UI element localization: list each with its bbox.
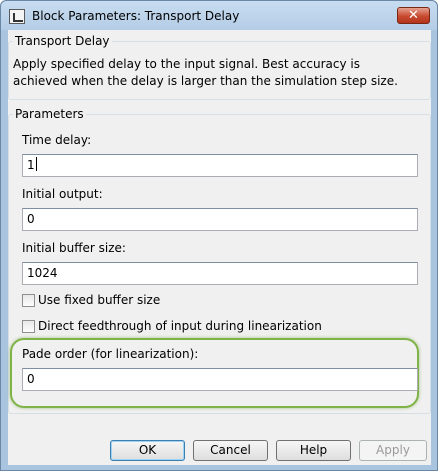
use-fixed-buffer-checkbox[interactable] <box>22 294 35 307</box>
apply-button[interactable]: Apply <box>359 440 427 461</box>
direct-feedthrough-checkbox[interactable] <box>22 320 35 333</box>
close-button[interactable]: ✕ <box>397 7 430 24</box>
initial-buffer-size-input[interactable]: 1024 <box>22 262 418 285</box>
time-delay-label: Time delay: <box>22 133 92 147</box>
window-title: Block Parameters: Transport Delay <box>32 9 240 23</box>
text-caret <box>35 157 37 171</box>
use-fixed-buffer-label[interactable]: Use fixed buffer size <box>38 293 160 307</box>
help-button[interactable]: Help <box>276 440 351 461</box>
initial-output-input[interactable]: 0 <box>22 208 418 231</box>
initial-buffer-size-label: Initial buffer size: <box>22 241 126 255</box>
title-bar[interactable]: Block Parameters: Transport Delay ✕ <box>1 1 437 30</box>
parameters-group-title: Parameters <box>13 107 86 121</box>
description-group-title: Transport Delay <box>13 34 112 48</box>
dialog-body: Transport Delay Apply specified delay to… <box>8 30 431 465</box>
pade-order-label: Pade order (for linearization): <box>22 347 199 361</box>
dialog-window: Block Parameters: Transport Delay ✕ Tran… <box>0 0 438 471</box>
block-description: Apply specified delay to the input signa… <box>13 57 398 88</box>
time-delay-input[interactable]: 1 <box>22 154 418 177</box>
direct-feedthrough-label[interactable]: Direct feedthrough of input during linea… <box>38 319 322 333</box>
ok-button[interactable]: OK <box>110 440 185 461</box>
close-icon: ✕ <box>408 8 419 23</box>
initial-output-label: Initial output: <box>22 187 103 201</box>
simulink-block-icon <box>9 9 25 24</box>
cancel-button[interactable]: Cancel <box>193 440 268 461</box>
pade-order-input[interactable]: 0 <box>22 368 418 391</box>
